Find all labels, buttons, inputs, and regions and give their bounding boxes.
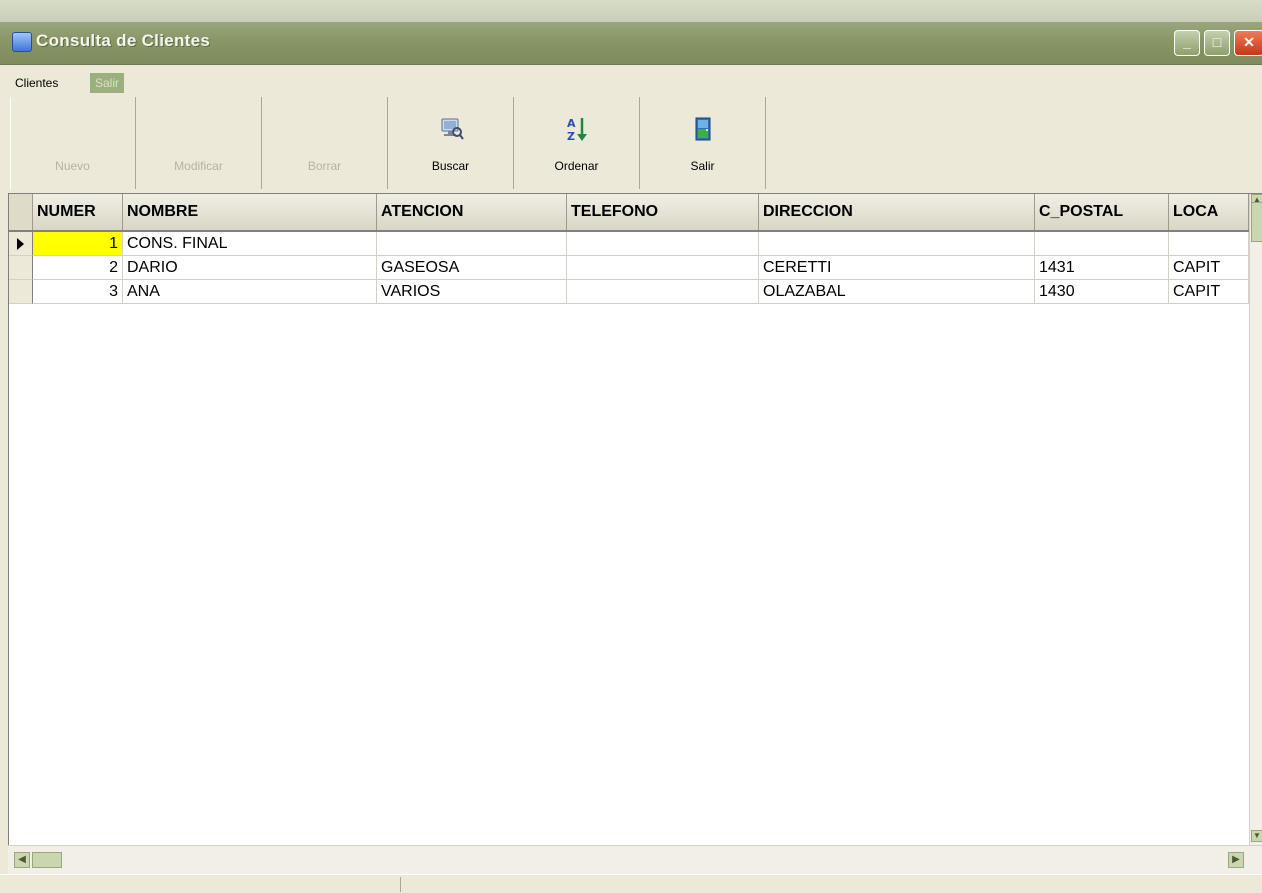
table-row[interactable]: 3 ANA VARIOS OLAZABAL 1430 CAPIT	[9, 280, 1249, 304]
cell-c-postal[interactable]	[1035, 232, 1169, 256]
column-header-loca[interactable]: LOCA	[1169, 194, 1249, 230]
cell-nombre[interactable]: CONS. FINAL	[123, 232, 377, 256]
column-header-c-postal[interactable]: C_POSTAL	[1035, 194, 1169, 230]
buscar-button[interactable]: Buscar	[388, 97, 514, 189]
buscar-label: Buscar	[431, 159, 470, 173]
status-separator	[400, 877, 401, 892]
cell-numer[interactable]: 2	[33, 256, 123, 280]
window-title: Consulta de Clientes	[36, 31, 211, 50]
cell-direccion[interactable]	[759, 232, 1035, 256]
menu-clientes[interactable]: Clientes	[10, 73, 63, 93]
cell-nombre[interactable]: DARIO	[123, 256, 377, 280]
horizontal-scroll-thumb[interactable]	[32, 852, 62, 868]
horizontal-scrollbar[interactable]: ◀ ▶	[8, 845, 1262, 874]
modificar-label: Modificar	[174, 159, 223, 173]
cell-atencion[interactable]: VARIOS	[377, 280, 567, 304]
clientes-window: Consulta de Clientes _ □ ✕ Clientes Sali…	[0, 0, 1262, 893]
app-icon	[12, 32, 32, 52]
svg-text:A: A	[567, 117, 576, 130]
modificar-button[interactable]: Modificar	[136, 97, 262, 189]
cell-c-postal[interactable]: 1430	[1035, 280, 1169, 304]
sort-az-icon: A Z	[567, 117, 587, 143]
cell-loca[interactable]	[1169, 232, 1249, 256]
minimize-button[interactable]: _	[1174, 30, 1200, 56]
cell-telefono[interactable]	[567, 280, 759, 304]
title-bar[interactable]: Consulta de Clientes _ □ ✕	[0, 22, 1262, 65]
clientes-grid[interactable]: NUMER NOMBRE ATENCION TELEFONO DIRECCION…	[8, 193, 1262, 846]
cell-telefono[interactable]	[567, 256, 759, 280]
vertical-scrollbar[interactable]: ▲ ▼	[1249, 194, 1262, 846]
current-row-arrow-icon	[17, 238, 24, 250]
column-header-direccion[interactable]: DIRECCION	[759, 194, 1035, 230]
cell-numer[interactable]: 1	[33, 232, 123, 256]
scroll-right-icon[interactable]: ▶	[1228, 852, 1244, 868]
borrar-button[interactable]: Borrar	[262, 97, 388, 189]
borrar-label: Borrar	[307, 159, 342, 173]
nuevo-label: Nuevo	[55, 159, 90, 173]
scroll-left-icon[interactable]: ◀	[14, 852, 30, 868]
search-computer-icon	[441, 118, 464, 140]
cell-numer[interactable]: 3	[33, 280, 123, 304]
exit-door-icon	[695, 117, 710, 141]
ordenar-label: Ordenar	[554, 159, 599, 173]
menu-bar: Clientes Salir	[0, 65, 1262, 97]
nuevo-button[interactable]: Nuevo	[10, 97, 136, 189]
cell-loca[interactable]: CAPIT	[1169, 256, 1249, 280]
row-indicator[interactable]	[9, 232, 33, 256]
cell-telefono[interactable]	[567, 232, 759, 256]
cell-c-postal[interactable]: 1431	[1035, 256, 1169, 280]
grid-corner	[9, 194, 33, 230]
close-button[interactable]: ✕	[1234, 30, 1262, 56]
column-header-atencion[interactable]: ATENCION	[377, 194, 567, 230]
scroll-down-icon[interactable]: ▼	[1251, 830, 1262, 842]
row-indicator[interactable]	[9, 256, 33, 280]
vertical-scroll-thumb[interactable]	[1251, 202, 1262, 242]
cell-direccion[interactable]: OLAZABAL	[759, 280, 1035, 304]
salir-label: Salir	[690, 159, 715, 173]
row-indicator[interactable]	[9, 280, 33, 304]
cell-direccion[interactable]: CERETTI	[759, 256, 1035, 280]
column-header-telefono[interactable]: TELEFONO	[567, 194, 759, 230]
maximize-button[interactable]: □	[1204, 30, 1230, 56]
cell-nombre[interactable]: ANA	[123, 280, 377, 304]
table-row[interactable]: 1 CONS. FINAL	[9, 232, 1249, 256]
cell-atencion[interactable]	[377, 232, 567, 256]
salir-button[interactable]: Salir	[640, 97, 766, 189]
cell-loca[interactable]: CAPIT	[1169, 280, 1249, 304]
column-header-numer[interactable]: NUMER	[33, 194, 123, 230]
status-bar	[0, 874, 1262, 893]
ordenar-button[interactable]: A Z Ordenar	[514, 97, 640, 189]
cell-atencion[interactable]: GASEOSA	[377, 256, 567, 280]
grid-header: NUMER NOMBRE ATENCION TELEFONO DIRECCION…	[9, 194, 1249, 232]
svg-text:Z: Z	[567, 130, 575, 143]
table-row[interactable]: 2 DARIO GASEOSA CERETTI 1431 CAPIT	[9, 256, 1249, 280]
parent-window-strip	[0, 0, 1262, 23]
menu-salir[interactable]: Salir	[90, 73, 125, 93]
toolbar: Nuevo Modificar Borrar Buscar A Z Ordena…	[10, 97, 1262, 189]
column-header-nombre[interactable]: NOMBRE	[123, 194, 377, 230]
